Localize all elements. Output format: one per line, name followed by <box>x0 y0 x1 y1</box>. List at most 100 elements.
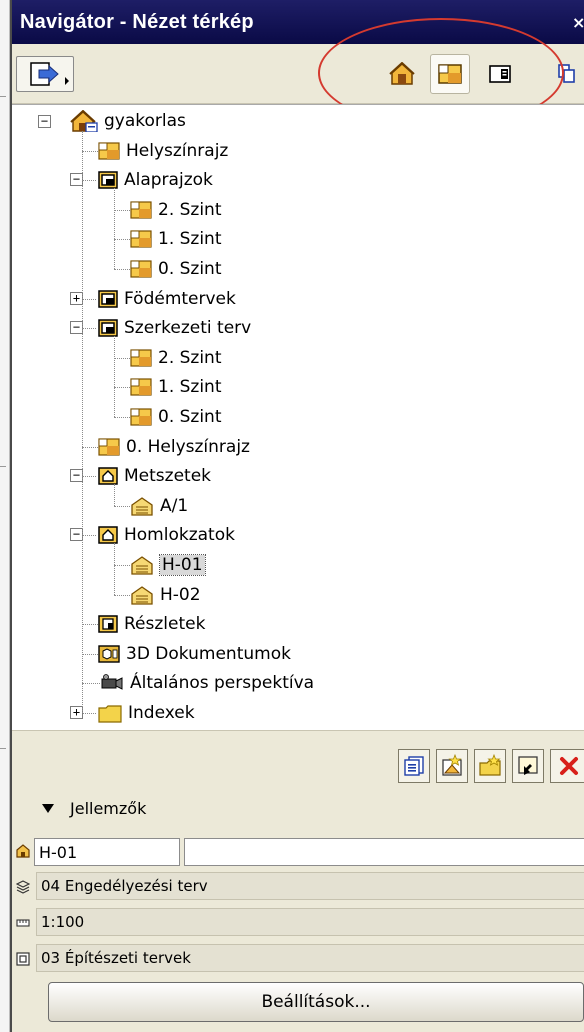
elevation-icon <box>14 842 32 860</box>
tree-item[interactable]: 1. Szint <box>130 225 222 253</box>
tree-item[interactable]: Indexek <box>98 699 195 727</box>
view-id-field[interactable]: H-01 <box>34 838 180 866</box>
tree-connector-line <box>82 328 96 330</box>
floor-plans-folder-icon <box>98 319 118 337</box>
tree-connector-line <box>114 209 130 211</box>
elevations-folder-icon <box>98 467 118 485</box>
properties-section-label: Jellemzők <box>70 798 147 818</box>
tree-item[interactable]: Szerkezeti terv <box>98 314 251 342</box>
new-folder-button[interactable] <box>474 749 506 783</box>
close-button[interactable]: × <box>572 14 584 32</box>
layer-combination-row: 04 Engedélyezési terv <box>12 872 584 902</box>
tree-item-label: 2. Szint <box>158 347 222 368</box>
tree-item-label: gyakorlas <box>104 111 186 131</box>
view-name-field[interactable] <box>184 838 584 866</box>
settings-button[interactable]: Beállítások... <box>48 982 584 1022</box>
tree-item-label: Helyszínrajz <box>126 140 229 161</box>
model-view-row: 03 Építészeti tervek <box>12 944 584 974</box>
tree-item-label: 1. Szint <box>158 377 222 398</box>
tree-item-label: H-01 <box>159 554 206 576</box>
tree-connector-line <box>82 131 83 713</box>
tree-item[interactable]: 2. Szint <box>130 196 222 224</box>
floor-plans-folder-icon <box>98 171 118 189</box>
tree-connector-line <box>114 239 130 241</box>
3d-documents-folder-icon <box>98 645 120 663</box>
tree-item[interactable]: 1. Szint <box>130 373 222 401</box>
plan-view-icon <box>98 437 120 456</box>
plan-view-icon <box>98 141 120 160</box>
scale-field[interactable]: 1:100 <box>36 908 584 936</box>
tree-item-label: Szerkezeti terv <box>124 318 252 339</box>
tree-connector-line <box>82 476 96 478</box>
tree-item-label: 3D Dokumentumok <box>126 643 291 664</box>
layout-book-button[interactable] <box>480 54 520 94</box>
details-folder-icon <box>98 615 118 633</box>
tree-connector-line <box>82 298 96 300</box>
tree-item[interactable]: 2. Szint <box>130 344 222 372</box>
tree-item-label: Födémtervek <box>124 288 236 309</box>
tree-item[interactable]: 0. Szint <box>130 403 222 431</box>
tree-connector-line <box>82 713 96 714</box>
new-view-button[interactable] <box>398 749 430 783</box>
view-map-tree: − gyakorlas Helyszínrajz − Alaprajzok 2. Szin… <box>12 104 584 730</box>
tree-item[interactable]: Homlokzatok <box>98 521 235 549</box>
plan-view-icon <box>130 378 152 396</box>
new-subset-button[interactable] <box>436 749 468 783</box>
tree-item[interactable]: 0. Helyszínrajz <box>98 433 250 461</box>
view-map-button[interactable] <box>430 54 470 94</box>
tree-connector-line <box>114 387 130 389</box>
properties-section-header[interactable]: Jellemzők <box>12 790 584 826</box>
title-bar[interactable]: Navigátor - Nézet térkép × <box>12 0 584 44</box>
plan-view-icon <box>130 260 152 278</box>
plan-view-icon <box>130 349 152 367</box>
tree-item-label: A/1 <box>160 495 189 516</box>
tree-item[interactable]: H-01 <box>130 551 206 579</box>
tree-action-bar <box>12 730 584 790</box>
tree-item[interactable]: Általános perspektíva <box>98 669 314 697</box>
floor-plans-folder-icon <box>98 289 118 308</box>
tree-item-label: Részletek <box>124 614 206 635</box>
collapse-toggle-icon[interactable]: − <box>38 115 51 128</box>
project-map-icon <box>389 62 415 85</box>
tree-item[interactable]: A/1 <box>130 492 188 520</box>
tree-item[interactable]: 3D Dokumentumok <box>98 640 291 668</box>
plan-view-icon <box>130 201 152 219</box>
tree-item[interactable]: 0. Szint <box>130 255 222 283</box>
tree-item[interactable]: H-02 <box>130 581 201 609</box>
project-root-icon <box>70 110 98 132</box>
publisher-sets-button[interactable] <box>548 54 584 94</box>
publish-button[interactable] <box>16 56 74 92</box>
tree-item[interactable]: Födémtervek <box>98 285 236 313</box>
delete-button[interactable] <box>550 749 584 783</box>
tree-item-label: 0. Szint <box>158 407 222 427</box>
plan-view-icon <box>130 230 152 248</box>
tree-item-label: Alaprajzok <box>124 170 213 191</box>
open-view-button[interactable] <box>512 749 544 783</box>
collapse-triangle-icon <box>42 803 54 813</box>
tree-item-label: Metszetek <box>124 466 212 487</box>
tree-item[interactable]: Alaprajzok <box>98 166 213 194</box>
tree-connector-line <box>114 505 130 507</box>
tree-connector-line <box>114 188 115 269</box>
publisher-sets-icon <box>558 64 575 83</box>
tree-item-label: 0. Helyszínrajz <box>126 436 250 457</box>
tree-connector-line <box>114 417 130 418</box>
tree-connector-line <box>114 357 130 359</box>
project-map-button[interactable] <box>382 54 422 94</box>
tree-connector-line <box>114 565 130 566</box>
new-subset-icon <box>442 754 462 776</box>
new-folder-icon <box>479 754 501 776</box>
view-id-row: H-01 <box>12 836 584 866</box>
layer-combination-field[interactable]: 04 Engedélyezési terv <box>36 872 584 900</box>
folder-icon <box>98 703 122 723</box>
tree-item[interactable]: Részletek <box>98 610 205 638</box>
model-view-options-field[interactable]: 03 Építészeti tervek <box>36 944 584 972</box>
view-list-icon <box>404 756 424 776</box>
tree-item[interactable]: Helyszínrajz <box>98 137 228 165</box>
layout-book-icon <box>489 65 511 83</box>
tree-connector-line <box>114 484 115 506</box>
tree-root-project[interactable]: gyakorlas <box>70 107 186 135</box>
elevation-view-icon <box>130 585 154 605</box>
navigator-palette: Navigátor - Nézet térkép × − gyakorlas H… <box>10 0 584 1032</box>
elevations-folder-icon <box>98 526 118 545</box>
